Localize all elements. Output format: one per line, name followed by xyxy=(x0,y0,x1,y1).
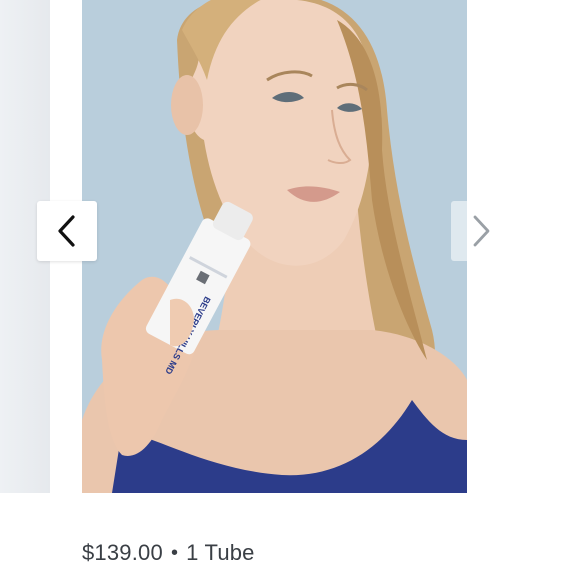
previous-image-button[interactable] xyxy=(37,201,97,261)
quantity-label: 1 Tube xyxy=(186,540,255,565)
price: $139.00 xyxy=(82,540,163,565)
chevron-right-icon xyxy=(473,215,490,247)
next-image-button[interactable] xyxy=(451,201,511,261)
product-gallery: BEVERLY HILLS MD $139.00 • 1 Tube xyxy=(0,0,579,580)
product-photo: BEVERLY HILLS MD xyxy=(82,0,467,493)
separator-dot: • xyxy=(170,541,179,564)
price-caption: $139.00 • 1 Tube xyxy=(82,537,255,569)
chevron-left-icon xyxy=(58,215,75,247)
